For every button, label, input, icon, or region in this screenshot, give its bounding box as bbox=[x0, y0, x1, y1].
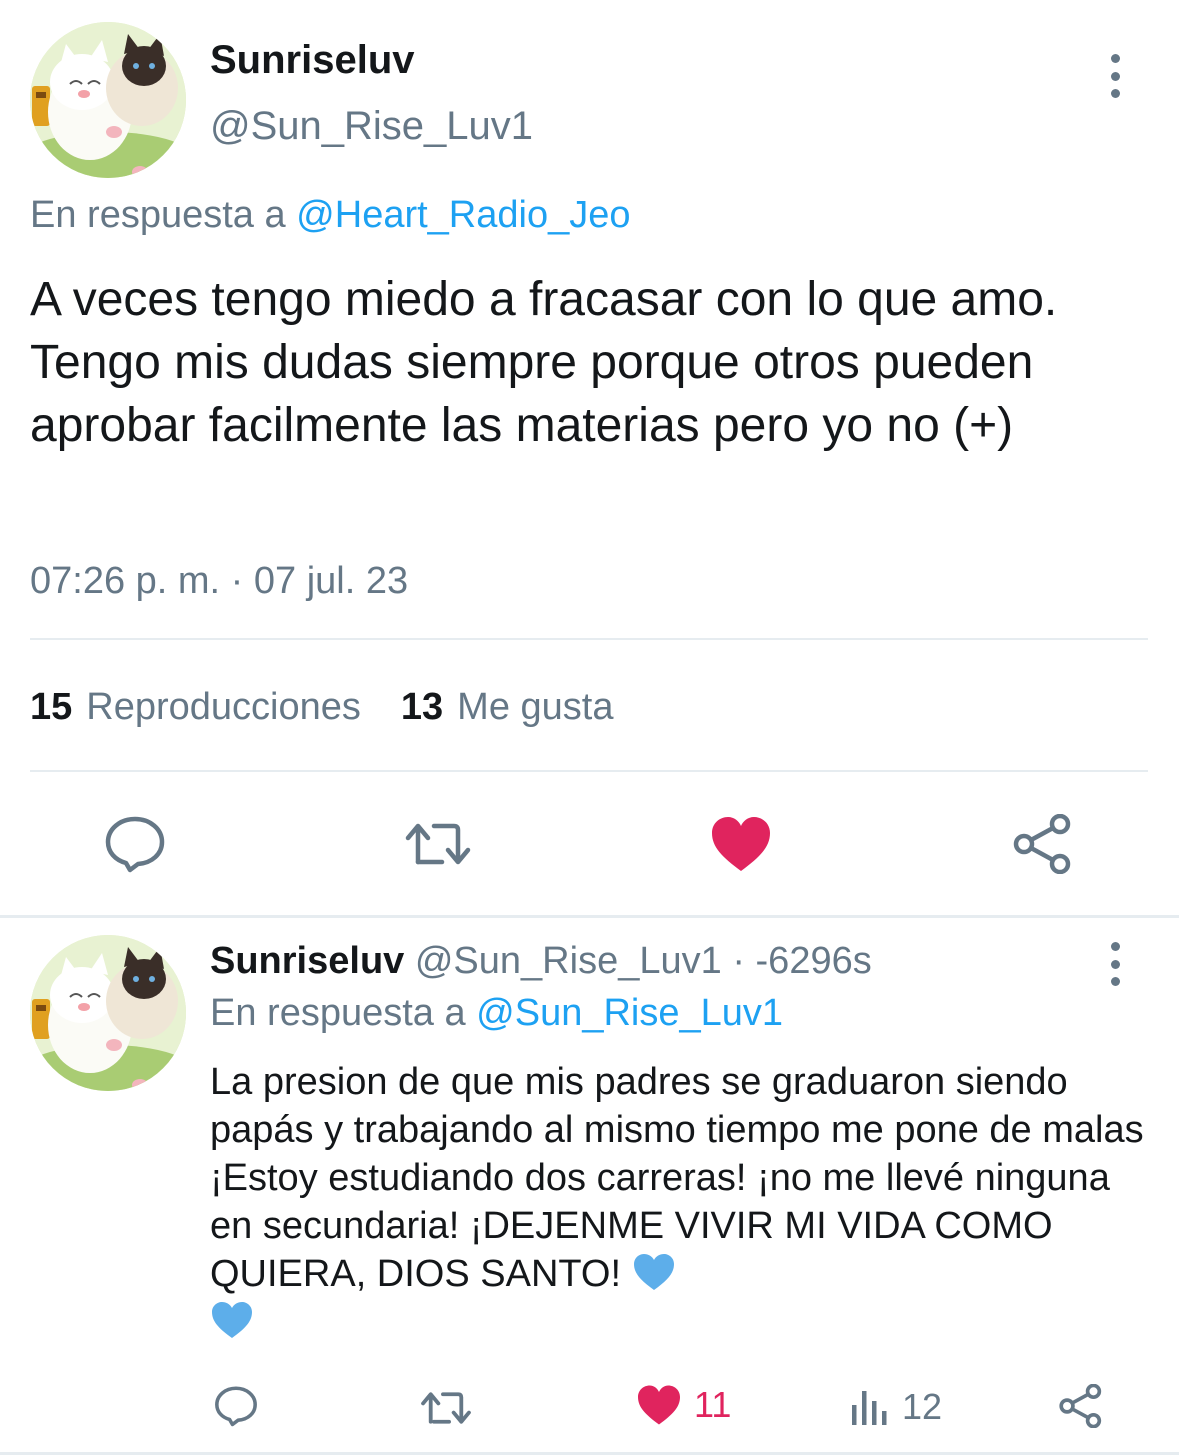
reply-mention-link[interactable]: @Sun_Rise_Luv1 bbox=[476, 992, 783, 1034]
more-dot bbox=[1110, 71, 1120, 81]
likes-count: 13 bbox=[400, 686, 444, 728]
analytics-bars-icon bbox=[852, 1391, 887, 1425]
display-name[interactable]: Sunriseluv bbox=[210, 940, 404, 982]
likes-stat[interactable]: 13 Me gusta bbox=[401, 686, 614, 729]
divider bbox=[30, 638, 1148, 640]
reply-icon bbox=[215, 1386, 257, 1427]
heart-icon bbox=[638, 1385, 680, 1425]
tweet-text: A veces tengo miedo a fracasar con lo qu… bbox=[30, 273, 1058, 452]
share-button[interactable] bbox=[1012, 814, 1074, 874]
more-dot bbox=[1110, 977, 1120, 986]
more-options-button[interactable] bbox=[1100, 54, 1130, 98]
blue-heart-emoji-icon bbox=[212, 1302, 252, 1338]
avatar-cats-illustration bbox=[30, 935, 186, 1091]
likes-label: Me gusta bbox=[457, 686, 614, 728]
retweet-button[interactable] bbox=[420, 1388, 472, 1428]
reply-icon bbox=[105, 816, 165, 873]
reply-mention-link[interactable]: @Heart_Radio_Jeo bbox=[296, 194, 630, 236]
views-stat[interactable]: 15 Reproducciones bbox=[30, 686, 361, 729]
reply-header: Sunriseluv @Sun_Rise_Luv1 · -6296s bbox=[210, 940, 872, 983]
heart-icon bbox=[712, 817, 770, 871]
share-icon bbox=[1059, 1384, 1102, 1428]
tweet-text: La presion de que mis padres se graduaro… bbox=[210, 1061, 1144, 1295]
retweet-icon bbox=[421, 1392, 471, 1424]
more-dot bbox=[1110, 89, 1120, 98]
more-options-button[interactable] bbox=[1100, 942, 1130, 986]
avatar[interactable] bbox=[30, 935, 186, 1091]
reply-context: En respuesta a @Heart_Radio_Jeo bbox=[30, 194, 631, 237]
tweet-thread-view: Sunriseluv @Sun_Rise_Luv1 En respuesta a… bbox=[0, 0, 1179, 1455]
like-button[interactable]: 11 bbox=[636, 1384, 731, 1426]
reply-button[interactable] bbox=[104, 814, 166, 874]
more-dot bbox=[1110, 959, 1120, 969]
more-dot bbox=[1110, 942, 1120, 951]
avatar[interactable] bbox=[30, 22, 186, 178]
display-name[interactable]: Sunriseluv bbox=[210, 38, 415, 83]
reply-button[interactable] bbox=[214, 1384, 258, 1428]
views-label: Reproducciones bbox=[86, 686, 361, 728]
share-button[interactable] bbox=[1058, 1384, 1104, 1428]
user-handle[interactable]: @Sun_Rise_Luv1 bbox=[415, 940, 722, 982]
views-count: 12 bbox=[902, 1386, 943, 1427]
like-button[interactable] bbox=[710, 815, 772, 873]
share-icon bbox=[1013, 814, 1071, 874]
more-dot bbox=[1110, 54, 1120, 63]
retweet-icon bbox=[405, 823, 471, 865]
views-button[interactable]: 12 bbox=[850, 1386, 942, 1428]
main-tweet: Sunriseluv @Sun_Rise_Luv1 En respuesta a… bbox=[0, 0, 1179, 915]
reply-prefix: En respuesta a bbox=[210, 992, 466, 1034]
tweet-timestamp[interactable]: 07:26 p. m. · 07 jul. 23 bbox=[30, 560, 408, 603]
reply-context: En respuesta a @Sun_Rise_Luv1 bbox=[210, 992, 783, 1035]
divider bbox=[0, 915, 1179, 918]
divider bbox=[30, 770, 1148, 772]
tweet-text-container: La presion de que mis padres se graduaro… bbox=[210, 1058, 1150, 1346]
blue-heart-emoji-icon bbox=[633, 1254, 674, 1290]
retweet-button[interactable] bbox=[404, 818, 472, 870]
relative-time: · -6296s bbox=[732, 940, 872, 982]
like-count: 11 bbox=[694, 1384, 732, 1425]
user-handle[interactable]: @Sun_Rise_Luv1 bbox=[210, 104, 533, 149]
views-count: 15 bbox=[30, 686, 73, 728]
avatar-cats-illustration bbox=[30, 22, 186, 178]
reply-prefix: En respuesta a bbox=[30, 194, 286, 236]
tweet-stats: 15 Reproducciones 13 Me gusta bbox=[30, 686, 613, 729]
